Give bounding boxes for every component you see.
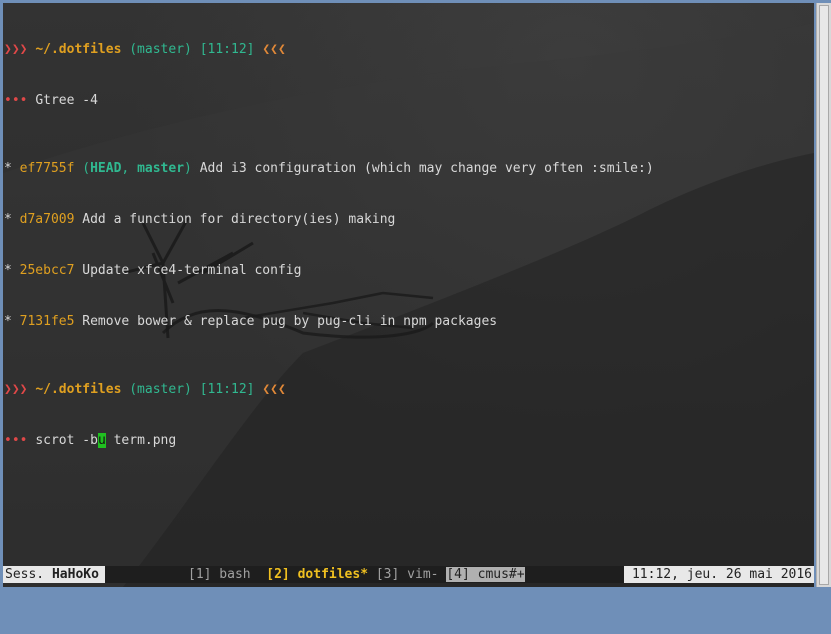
git-log-line: * 25ebcc7 Update xfce4-terminal config xyxy=(4,262,814,279)
commit-message: Add a function for directory(ies) making xyxy=(74,212,396,227)
scrollbar-thumb[interactable] xyxy=(819,5,829,585)
vertical-scrollbar[interactable] xyxy=(816,3,831,587)
session-label: Sess. xyxy=(5,567,52,582)
command-input-line[interactable]: ••• scrot -bu term.png xyxy=(4,432,814,449)
prompt-marks: ❮❮❮ xyxy=(262,382,286,397)
prompt-time: [11:12] xyxy=(199,42,255,57)
git-log-line: * d7a7009 Add a function for directory(i… xyxy=(4,211,814,228)
command-text-before-cursor: scrot -b xyxy=(35,433,98,448)
command-line: ••• Gtree -4 xyxy=(4,92,814,109)
commit-hash: 7131fe5 xyxy=(19,314,75,329)
refs-sep: , xyxy=(121,161,138,176)
graph-star: * xyxy=(4,161,12,176)
prompt-line: ❯❯❯ ~/.dotfiles (master) [11:12] ❮❮❮ xyxy=(4,381,814,398)
terminal-output[interactable]: ❯❯❯ ~/.dotfiles (master) [11:12] ❮❮❮ •••… xyxy=(4,7,814,483)
commit-message: Add i3 configuration (which may change v… xyxy=(191,161,654,176)
prompt-branch: (master) xyxy=(129,42,192,57)
commit-hash: ef7755f xyxy=(19,161,75,176)
graph-star: * xyxy=(4,263,12,278)
git-log-line: * 7131fe5 Remove bower & replace pug by … xyxy=(4,313,814,330)
prompt-dots: ••• xyxy=(4,433,28,448)
window-tab-bash[interactable]: [1] bash xyxy=(188,567,251,582)
tmux-status-bar: Sess. HaHoKo [1] bash [2] dotfiles* [3] … xyxy=(3,566,814,583)
commit-message: Remove bower & replace pug by pug-cli in… xyxy=(74,314,498,329)
status-clock: 11:12, jeu. 26 mai 2016 xyxy=(623,566,814,583)
session-indicator: Sess. HaHoKo xyxy=(3,566,105,583)
prompt-arrows: ❯❯❯ xyxy=(4,42,28,57)
prompt-path: ~/.dotfiles xyxy=(35,382,122,397)
text-cursor[interactable]: u xyxy=(97,433,106,448)
window-list: [1] bash [2] dotfiles* [3] vim- [4] cmus… xyxy=(188,566,525,583)
commit-message: Update xfce4-terminal config xyxy=(74,263,302,278)
graph-star: * xyxy=(4,212,12,227)
command-text-after-cursor: term.png xyxy=(105,433,177,448)
prompt-line: ❯❯❯ ~/.dotfiles (master) [11:12] ❮❮❮ xyxy=(4,41,814,58)
prompt-arrows: ❯❯❯ xyxy=(4,382,28,397)
refs-open: ( xyxy=(82,161,91,176)
prompt-time: [11:12] xyxy=(199,382,255,397)
ref-head: HEAD xyxy=(90,161,122,176)
window-tab-dotfiles[interactable]: [2] dotfiles* xyxy=(266,567,368,582)
window-tab-vim[interactable]: [3] vim- xyxy=(376,567,439,582)
ref-branch: master xyxy=(137,161,185,176)
refs-close: ) xyxy=(184,161,192,176)
terminal-window[interactable]: ❯❯❯ ~/.dotfiles (master) [11:12] ❮❮❮ •••… xyxy=(3,3,814,587)
graph-star: * xyxy=(4,314,12,329)
command-text: Gtree -4 xyxy=(35,93,98,108)
window-tab-cmus[interactable]: [4] cmus#+ xyxy=(446,567,525,582)
prompt-marks: ❮❮❮ xyxy=(262,42,286,57)
session-name: HaHoKo xyxy=(51,567,99,582)
git-log-line: * ef7755f (HEAD, master) Add i3 configur… xyxy=(4,160,814,177)
prompt-path: ~/.dotfiles xyxy=(35,42,122,57)
prompt-dots: ••• xyxy=(4,93,28,108)
prompt-branch: (master) xyxy=(129,382,192,397)
commit-hash: d7a7009 xyxy=(19,212,75,227)
commit-hash: 25ebcc7 xyxy=(19,263,75,278)
